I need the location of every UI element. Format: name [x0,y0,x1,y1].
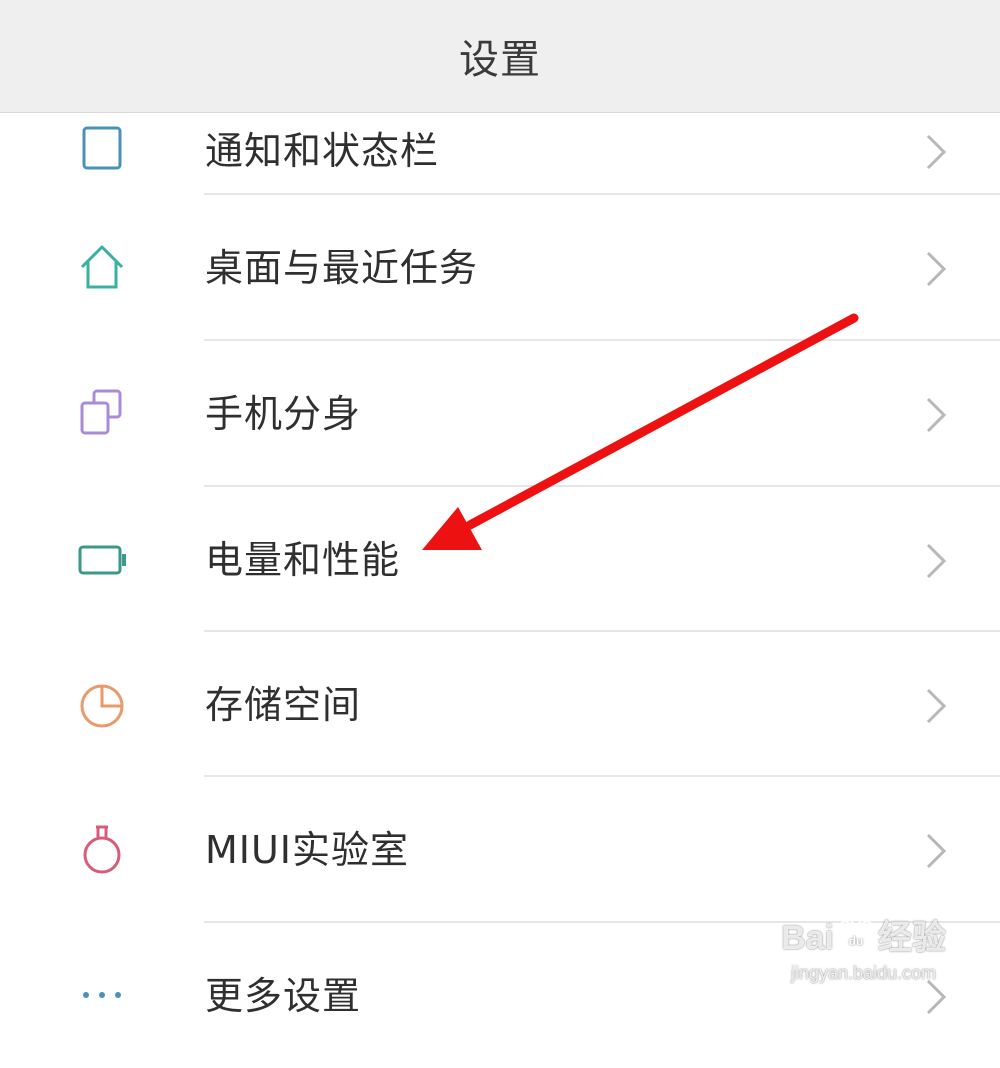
annotation-arrow [422,313,859,550]
watermark-text-right: 经验 [878,919,946,958]
watermark-text-left: Bai [781,919,834,958]
watermark-url: jingyan.baidu.com [790,963,937,983]
title-bar: 设置 [0,0,1000,113]
page-title: 设置 [459,37,541,83]
paw-icon: du [836,916,876,965]
baidu-watermark: Bai du 经验 jingyan.baidu.com [781,910,946,984]
paw-text: du [849,934,864,948]
